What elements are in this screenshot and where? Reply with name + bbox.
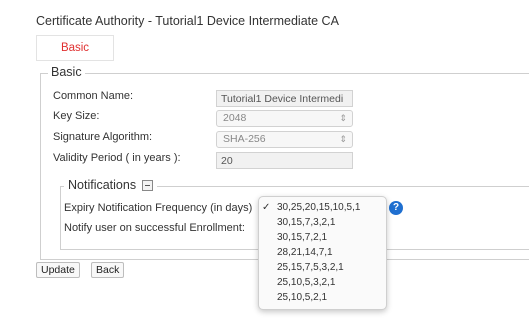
dropdown-option[interactable]: 28,21,14,7,1: [259, 246, 384, 260]
notifications-legend: Notifications: [64, 178, 158, 192]
signature-algorithm-select[interactable]: SHA-256 ⇕: [216, 131, 353, 148]
chevron-updown-icon: ⇕: [339, 134, 347, 144]
dropdown-option[interactable]: 25,15,7,5,3,2,1: [259, 261, 384, 275]
page-title: Certificate Authority - Tutorial1 Device…: [36, 14, 339, 28]
expiry-frequency-dropdown: ✓ 30,25,20,15,10,5,1 30,15,7,3,2,1 30,15…: [258, 196, 387, 310]
common-name-label: Common Name:: [53, 90, 134, 102]
signature-algorithm-label: Signature Algorithm:: [53, 131, 153, 143]
chevron-updown-icon: ⇕: [339, 113, 347, 123]
dropdown-option[interactable]: 25,10,5,2,1: [259, 291, 384, 305]
key-size-value: 2048: [223, 112, 247, 124]
checkmark-icon: ✓: [262, 202, 271, 213]
expiry-notification-label: Expiry Notification Frequency (in days): [64, 202, 253, 214]
update-button[interactable]: Update: [36, 262, 80, 278]
notifications-legend-label: Notifications: [68, 178, 137, 192]
dropdown-option[interactable]: ✓ 30,25,20,15,10,5,1: [259, 201, 384, 215]
key-size-select[interactable]: 2048 ⇕: [216, 110, 353, 127]
validity-period-field[interactable]: 20: [216, 152, 353, 169]
notify-enrollment-label: Notify user on successful Enrollment:: [64, 222, 245, 234]
dropdown-option[interactable]: 30,15,7,3,2,1: [259, 216, 384, 230]
help-icon[interactable]: ?: [389, 201, 403, 215]
validity-period-label: Validity Period ( in years ):: [53, 152, 181, 164]
collapse-icon[interactable]: [142, 179, 154, 191]
signature-algorithm-value: SHA-256: [223, 133, 266, 145]
dropdown-option[interactable]: 30,15,7,2,1: [259, 231, 384, 245]
basic-section-legend: Basic: [48, 65, 85, 79]
back-button[interactable]: Back: [91, 262, 125, 278]
key-size-label: Key Size:: [53, 110, 100, 122]
dropdown-option[interactable]: 25,10,5,3,2,1: [259, 276, 384, 290]
tab-basic[interactable]: Basic: [36, 35, 114, 61]
common-name-field[interactable]: Tutorial1 Device Intermedi: [216, 90, 353, 107]
